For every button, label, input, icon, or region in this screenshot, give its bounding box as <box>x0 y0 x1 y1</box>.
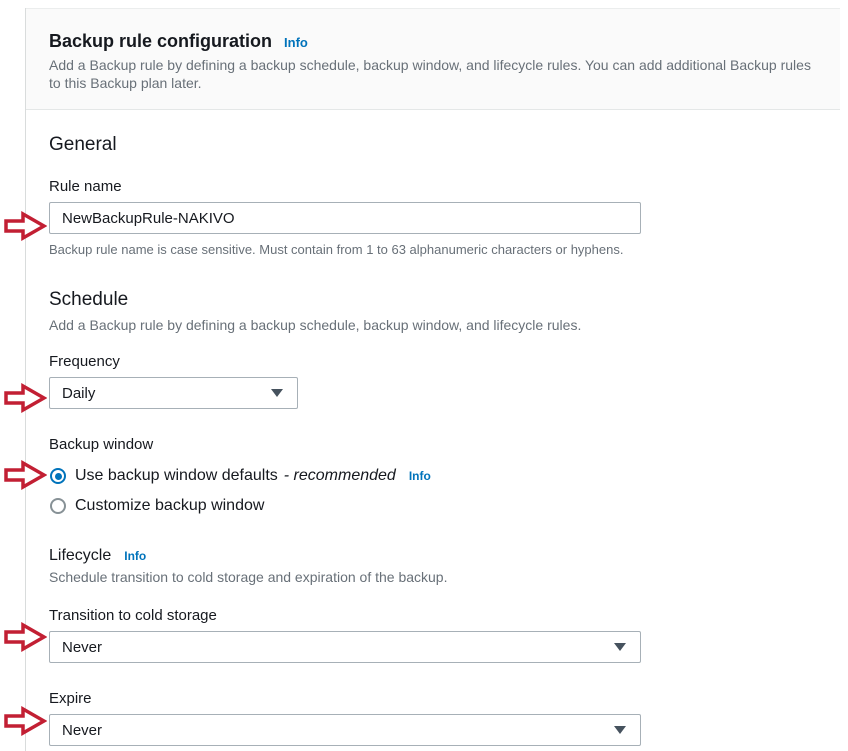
backup-window-label: Backup window <box>49 435 816 455</box>
frequency-select[interactable]: Daily <box>49 377 298 409</box>
page-title: Backup rule configuration <box>49 30 272 52</box>
radio-option-customize[interactable]: Customize backup window <box>49 494 816 518</box>
panel-body: General Rule name Backup rule name is ca… <box>26 133 840 746</box>
lifecycle-heading-row: Lifecycle Info <box>49 547 816 565</box>
cold-storage-select[interactable]: Never <box>49 631 641 663</box>
backup-window-info-link[interactable]: Info <box>409 469 431 483</box>
lifecycle-info-link[interactable]: Info <box>124 549 146 563</box>
header-description: Add a Backup rule by defining a backup s… <box>49 57 816 92</box>
general-section-heading: General <box>49 133 816 157</box>
title-row: Backup rule configuration Info <box>49 30 816 52</box>
expire-selected-value: Never <box>62 722 102 739</box>
backup-rule-configuration-panel: Backup rule configuration Info Add a Bac… <box>25 8 840 751</box>
radio-option-label: Customize backup window <box>75 497 264 515</box>
cold-storage-selected-value: Never <box>62 639 102 656</box>
radio-option-label: Use backup window defaults <box>75 467 278 485</box>
annotation-arrow-rule-name <box>3 211 47 241</box>
lifecycle-heading: Lifecycle <box>49 547 111 565</box>
rule-name-input[interactable] <box>49 202 641 234</box>
annotation-arrow-cold-storage <box>3 622 47 652</box>
frequency-label: Frequency <box>49 352 816 372</box>
schedule-section-heading: Schedule <box>49 288 816 312</box>
chevron-down-icon <box>614 643 626 651</box>
header-info-link[interactable]: Info <box>284 35 308 50</box>
radio-unselected-icon[interactable] <box>50 498 66 514</box>
frequency-selected-value: Daily <box>62 385 95 402</box>
chevron-down-icon <box>614 726 626 734</box>
annotation-arrow-expire <box>3 706 47 736</box>
radio-option-use-defaults[interactable]: Use backup window defaults - recommended… <box>49 464 816 488</box>
radio-selected-icon[interactable] <box>50 468 66 484</box>
annotation-arrow-backup-window <box>3 460 47 490</box>
schedule-description: Add a Backup rule by defining a backup s… <box>49 316 816 334</box>
rule-name-helper-text: Backup rule name is case sensitive. Must… <box>49 242 816 258</box>
panel-header: Backup rule configuration Info Add a Bac… <box>26 8 840 110</box>
rule-name-label: Rule name <box>49 177 816 197</box>
expire-label: Expire <box>49 689 816 709</box>
expire-select[interactable]: Never <box>49 714 641 746</box>
chevron-down-icon <box>271 389 283 397</box>
annotation-arrow-frequency <box>3 383 47 413</box>
lifecycle-description: Schedule transition to cold storage and … <box>49 568 816 586</box>
backup-window-radio-group: Use backup window defaults - recommended… <box>49 464 816 518</box>
radio-option-suffix: - recommended <box>284 467 396 485</box>
cold-storage-label: Transition to cold storage <box>49 606 816 626</box>
